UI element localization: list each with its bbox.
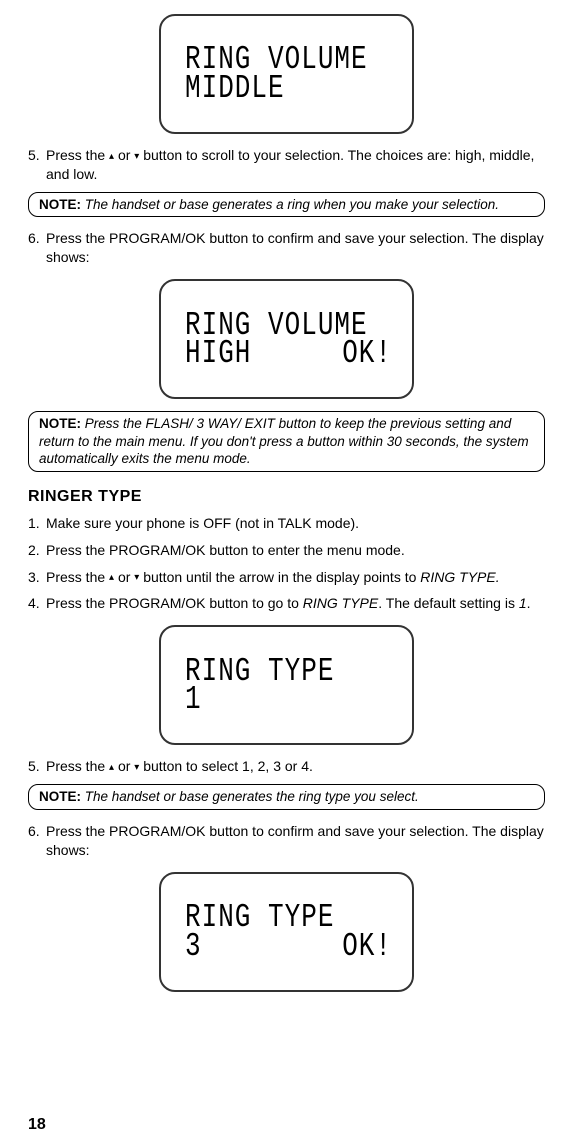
italic-text: 1 — [519, 595, 527, 611]
step-number: 6. — [28, 229, 46, 267]
note-box: NOTE: The handset or base generates the … — [28, 784, 545, 810]
step-text: Press the PROGRAM/OK button to enter the… — [46, 541, 545, 560]
step-text: Press the ▴ or ▾ button to select 1, 2, … — [46, 757, 545, 776]
step-number: 2. — [28, 541, 46, 560]
section-heading-ringer-type: RINGER TYPE — [28, 488, 545, 506]
step-text: Press the PROGRAM/OK button to confirm a… — [46, 229, 545, 267]
page-number: 18 — [28, 1116, 46, 1134]
step-number: 3. — [28, 568, 46, 587]
step-text: Press the ▴ or ▾ button until the arrow … — [46, 568, 545, 587]
text-fragment: Press the PROGRAM/OK button to go to — [46, 595, 303, 611]
note-box: NOTE: The handset or base generates a ri… — [28, 192, 545, 218]
note-label: NOTE: — [39, 416, 81, 431]
lcd-display-ring-type-1: RING TYPE 1 — [159, 625, 414, 745]
step-item: 5. Press the ▴ or ▾ button to scroll to … — [28, 146, 545, 184]
lcd-left: HIGH — [185, 334, 251, 373]
note-text: Press the FLASH/ 3 WAY/ EXIT button to k… — [39, 416, 529, 466]
text-fragment: . The default setting is — [378, 595, 519, 611]
lcd-display-ring-volume-middle: RING VOLUME MIDDLE — [159, 14, 414, 134]
text-fragment: or — [114, 569, 134, 585]
step-number: 5. — [28, 146, 46, 184]
text-fragment: . — [527, 595, 531, 611]
lcd-line: 3 OK! — [185, 927, 392, 964]
text-fragment: button until the arrow in the display po… — [139, 569, 420, 585]
step-number: 4. — [28, 594, 46, 613]
step-item: 1. Make sure your phone is OFF (not in T… — [28, 514, 545, 533]
step-item: 6. Press the PROGRAM/OK button to confir… — [28, 822, 545, 860]
note-text: The handset or base generates a ring whe… — [81, 197, 499, 212]
step-number: 6. — [28, 822, 46, 860]
note-text: The handset or base generates the ring t… — [81, 789, 419, 804]
step-item: 6. Press the PROGRAM/OK button to confir… — [28, 229, 545, 267]
step-item: 5. Press the ▴ or ▾ button to select 1, … — [28, 757, 545, 776]
text-fragment: button to select 1, 2, 3 or 4. — [139, 758, 313, 774]
lcd-display-ring-volume-high-ok: RING VOLUME HIGH OK! — [159, 279, 414, 399]
lcd-right: OK! — [342, 335, 392, 372]
note-box: NOTE: Press the FLASH/ 3 WAY/ EXIT butto… — [28, 411, 545, 472]
lcd-right: OK! — [342, 927, 392, 964]
step-number: 5. — [28, 757, 46, 776]
lcd-left: 3 — [185, 926, 202, 965]
text-fragment: Press the — [46, 147, 109, 163]
step-text: Make sure your phone is OFF (not in TALK… — [46, 514, 545, 533]
step-text: Press the PROGRAM/OK button to confirm a… — [46, 822, 545, 860]
text-fragment: or — [114, 758, 134, 774]
italic-text: RING TYPE — [303, 595, 378, 611]
lcd-line: 1 — [185, 681, 392, 718]
text-fragment: Press the — [46, 758, 109, 774]
lcd-display-ring-type-3-ok: RING TYPE 3 OK! — [159, 872, 414, 992]
step-text: Press the ▴ or ▾ button to scroll to you… — [46, 146, 545, 184]
note-label: NOTE: — [39, 789, 81, 804]
note-label: NOTE: — [39, 197, 81, 212]
step-item: 2. Press the PROGRAM/OK button to enter … — [28, 541, 545, 560]
text-fragment: or — [114, 147, 134, 163]
step-item: 4. Press the PROGRAM/OK button to go to … — [28, 594, 545, 613]
step-item: 3. Press the ▴ or ▾ button until the arr… — [28, 568, 545, 587]
text-fragment: Press the — [46, 569, 109, 585]
lcd-line: MIDDLE — [185, 70, 392, 107]
italic-text: RING TYPE. — [420, 569, 499, 585]
step-number: 1. — [28, 514, 46, 533]
lcd-line: HIGH OK! — [185, 335, 392, 372]
step-text: Press the PROGRAM/OK button to go to RIN… — [46, 594, 545, 613]
